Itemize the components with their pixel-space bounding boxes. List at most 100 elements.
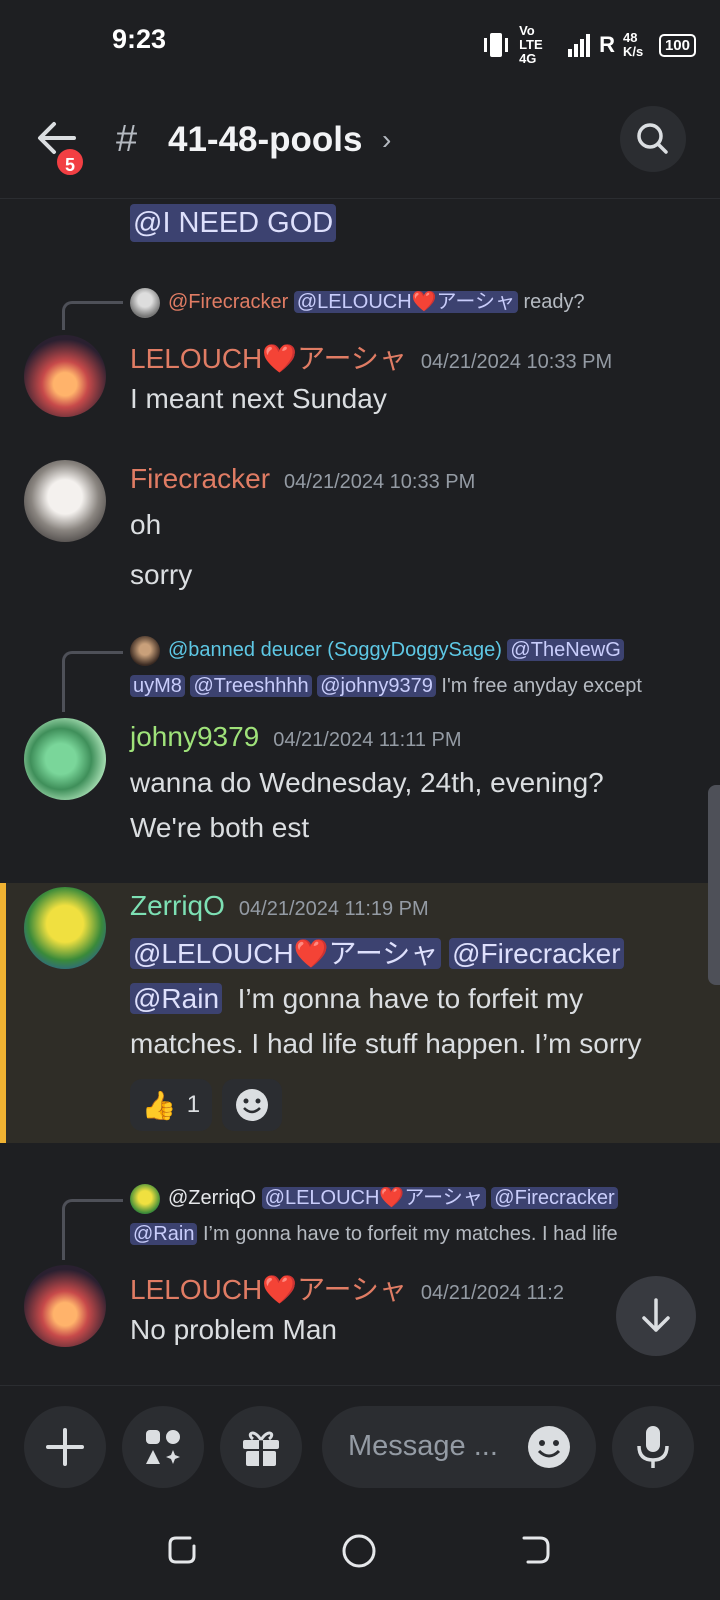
message-list[interactable]: @I NEED GOD @Firecracker @LELOUCH❤️アーシャ … — [0, 199, 720, 1385]
reply-preview[interactable]: @Firecracker @LELOUCH❤️アーシャ ready? — [130, 285, 585, 320]
smiley-icon — [236, 1089, 268, 1121]
user-mention[interactable]: @Rain — [130, 983, 223, 1014]
network-label: Vo LTE 4G — [519, 23, 543, 66]
reply-text: ready? — [523, 291, 585, 313]
status-indicators: Vo LTE 4G R 48 K/s 100 — [481, 24, 696, 66]
reply-connector — [62, 651, 123, 712]
reply-author: @Firecracker — [168, 291, 289, 313]
avatar[interactable] — [24, 335, 106, 417]
microphone-icon — [637, 1426, 669, 1468]
author-name[interactable]: ZerriqO — [130, 890, 225, 921]
timestamp: 04/21/2024 10:33 PM — [284, 471, 476, 493]
arrow-down-icon — [642, 1298, 670, 1332]
battery-indicator: 100 — [658, 33, 696, 57]
status-time: 9:23 — [112, 24, 167, 54]
reply-preview[interactable]: @ZerriqO @LELOUCH❤️アーシャ @Firecracker — [130, 1181, 690, 1216]
jump-to-bottom-button[interactable] — [616, 1276, 696, 1356]
author-name[interactable]: Firecracker — [130, 463, 270, 494]
timestamp: 04/21/2024 11:11 PM — [273, 729, 462, 751]
user-mention[interactable]: @Rain — [130, 1223, 198, 1245]
channel-header: 5 # 41-48-pools › — [0, 80, 720, 199]
reply-author: @banned deucer (SoggyDoggySage) — [168, 639, 502, 661]
avatar[interactable] — [24, 887, 106, 969]
reaction-thumbs-up[interactable]: 👍 1 — [130, 1079, 212, 1131]
gift-icon — [243, 1431, 279, 1466]
message-header: LELOUCH❤️アーシャ 04/21/2024 10:33 PM — [130, 337, 612, 377]
avatar[interactable] — [24, 718, 106, 800]
message-text: wanna do Wednesday, 24th, evening? — [130, 767, 604, 798]
reply-preview-continued[interactable]: uyM8 @Treeshhhh @johny9379 I'm free anyd… — [130, 669, 642, 704]
thread-hash-icon: # — [116, 118, 138, 160]
message-composer: Message ... — [0, 1385, 720, 1501]
unread-badge: 5 — [54, 146, 86, 178]
timestamp: 04/21/2024 10:33 PM — [420, 351, 613, 373]
avatar — [130, 287, 160, 318]
channel-title[interactable]: 41-48-pools — [168, 120, 363, 160]
voice-message-button[interactable] — [612, 1406, 694, 1488]
timestamp: 04/21/2024 11:19 PM — [238, 898, 429, 920]
avatar — [130, 1183, 160, 1214]
thumbs-up-icon: 👍 — [141, 1089, 177, 1121]
avatar[interactable] — [24, 460, 106, 542]
user-mention[interactable]: @I NEED GOD — [130, 204, 337, 242]
reply-author: @ZerriqO — [168, 1187, 257, 1209]
signal-icon — [568, 34, 591, 57]
message-text: oh — [130, 509, 162, 540]
message-text: We're both est — [130, 812, 310, 843]
message-input[interactable]: Message ... — [322, 1406, 596, 1488]
system-nav-bar — [0, 1500, 720, 1600]
message-header: LELOUCH❤️アーシャ 04/21/2024 11:2 — [130, 1268, 564, 1308]
reply-preview[interactable]: @banned deucer (SoggyDoggySage) @TheNewG — [130, 633, 690, 668]
user-mention[interactable]: @LELOUCH❤️アーシャ — [261, 1187, 486, 1209]
user-mention[interactable]: @LELOUCH❤️アーシャ — [293, 291, 518, 313]
user-mention[interactable]: @TheNewG — [507, 639, 624, 661]
message-text: @LELOUCH❤️アーシャ @Firecracker — [130, 931, 624, 976]
user-mention[interactable]: @johny9379 — [317, 675, 436, 697]
user-mention[interactable]: uyM8 — [130, 675, 185, 697]
recent-apps-icon[interactable] — [164, 1532, 200, 1568]
home-icon[interactable] — [340, 1532, 378, 1570]
user-mention[interactable]: @Firecracker — [491, 1187, 618, 1209]
message-header: johny9379 04/21/2024 11:11 PM — [130, 721, 462, 753]
author-name[interactable]: LELOUCH❤️アーシャ — [130, 343, 407, 374]
reply-connector — [62, 1199, 123, 1260]
back-nav-icon[interactable] — [518, 1532, 554, 1568]
reply-text: I'm free anyday except — [441, 675, 642, 697]
emoji-icon[interactable] — [526, 1424, 572, 1470]
status-bar: 9:23 Vo LTE 4G R 48 K/s 100 — [0, 0, 720, 80]
reply-preview-continued[interactable]: @Rain I’m gonna have to forfeit my match… — [130, 1217, 618, 1252]
user-mention[interactable]: @LELOUCH❤️アーシャ — [130, 938, 442, 969]
net-speed: 48 K/s — [622, 30, 644, 59]
reaction-count: 1 — [186, 1091, 201, 1118]
add-reaction-button[interactable] — [222, 1079, 282, 1131]
apps-button[interactable] — [122, 1406, 204, 1488]
gift-button[interactable] — [220, 1406, 302, 1488]
apps-icon — [146, 1430, 180, 1464]
plus-icon — [46, 1428, 84, 1466]
reply-connector — [62, 301, 123, 330]
message-header: ZerriqO 04/21/2024 11:19 PM — [130, 890, 429, 922]
search-button[interactable] — [620, 106, 686, 172]
message-text: sorry — [130, 559, 193, 590]
avatar — [130, 635, 160, 666]
search-icon — [637, 123, 668, 154]
message-text: I meant next Sunday — [130, 383, 387, 414]
message-text-part: I’m gonna have to forfeit my — [237, 983, 584, 1014]
avatar[interactable] — [24, 1265, 106, 1347]
message-text: matches. I had life stuff happen. I’m so… — [130, 1028, 642, 1059]
reply-text: I’m gonna have to forfeit my matches. I … — [203, 1223, 618, 1245]
user-mention[interactable]: @Treeshhhh — [190, 675, 312, 697]
vibrate-icon — [484, 33, 509, 57]
scroll-handle[interactable] — [708, 785, 720, 985]
message-placeholder: Message ... — [348, 1430, 498, 1462]
timestamp: 04/21/2024 11:2 — [420, 1282, 564, 1304]
message-text: @Rain I’m gonna have to forfeit my — [130, 976, 583, 1021]
message-header: Firecracker 04/21/2024 10:33 PM — [130, 463, 475, 495]
author-name[interactable]: johny9379 — [130, 721, 259, 752]
user-mention[interactable]: @Firecracker — [449, 938, 624, 969]
carrier-label: R — [599, 32, 615, 57]
author-name[interactable]: LELOUCH❤️アーシャ — [130, 1274, 407, 1305]
chevron-right-icon[interactable]: › — [382, 124, 391, 156]
add-attachment-button[interactable] — [24, 1406, 106, 1488]
message-text: No problem Man — [130, 1314, 337, 1345]
